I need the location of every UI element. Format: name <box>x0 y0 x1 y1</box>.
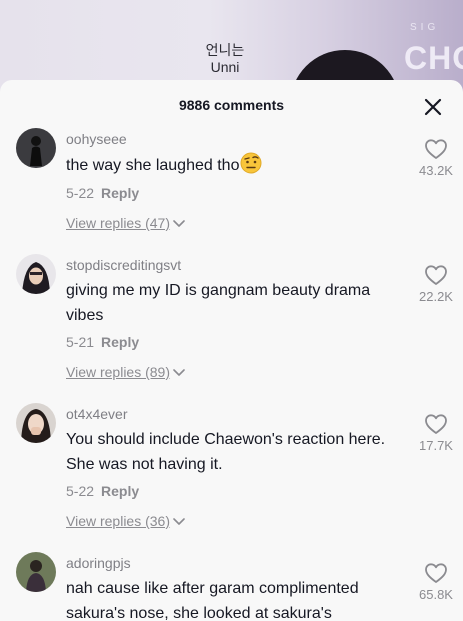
comment-text: nah cause like after garam complimented … <box>66 580 359 621</box>
subtitle-korean: 언니는 <box>205 42 245 58</box>
comment-date: 5-22 <box>66 483 95 499</box>
view-replies-label: View replies (47) <box>66 215 171 231</box>
comments-header: 9886 comments <box>0 80 463 128</box>
avatar-image <box>16 128 56 168</box>
heart-outline-icon <box>425 139 447 159</box>
comment-meta: 5-22 Reply <box>66 483 139 499</box>
avatar[interactable] <box>16 128 56 168</box>
close-button[interactable] <box>422 96 444 118</box>
chevron-down-icon <box>173 518 185 526</box>
like-button[interactable]: 17.7K <box>408 413 463 453</box>
close-icon <box>424 98 442 116</box>
comment-text-body: the way she laughed tho <box>66 157 240 174</box>
view-replies-label: View replies (89) <box>66 364 171 380</box>
like-count: 17.7K <box>419 438 453 453</box>
like-button[interactable]: 22.2K <box>408 264 463 304</box>
like-count: 65.8K <box>419 587 453 602</box>
avatar[interactable] <box>16 552 56 592</box>
reply-button[interactable]: Reply <box>101 334 139 350</box>
comment-text: You should include Chaewon's reaction he… <box>66 431 386 473</box>
comment-date: 5-21 <box>66 334 95 350</box>
comment-text: giving me my ID is gangnam beauty drama … <box>66 282 371 324</box>
comment-meta: 5-21 Reply <box>66 334 139 350</box>
like-count: 22.2K <box>419 289 453 304</box>
heart-outline-icon <box>425 414 447 434</box>
view-replies-button[interactable]: View replies (89) <box>66 364 185 380</box>
heart-outline-icon <box>425 265 447 285</box>
reply-button[interactable]: Reply <box>101 483 139 499</box>
chevron-down-icon <box>173 369 185 377</box>
view-replies-label: View replies (36) <box>66 513 171 529</box>
view-replies-button[interactable]: View replies (36) <box>66 513 185 529</box>
comment-date: 5-22 <box>66 185 95 201</box>
comments-sheet: 9886 comments oohyseee the way she laugh… <box>0 80 463 621</box>
comment-username[interactable]: stopdiscreditingsvt <box>66 257 181 273</box>
subtitle-english: Unni <box>210 59 240 75</box>
video-logo: CHO <box>404 40 463 76</box>
like-button[interactable]: 65.8K <box>408 562 463 602</box>
heart-outline-icon <box>425 563 447 583</box>
raised-eyebrow-emoji-icon <box>240 152 262 182</box>
avatar-image <box>16 254 56 294</box>
comment-text: the way she laughed tho <box>66 152 404 182</box>
view-replies-button[interactable]: View replies (47) <box>66 215 185 231</box>
comment-username[interactable]: adoringpjs <box>66 555 131 571</box>
like-count: 43.2K <box>419 163 453 178</box>
comment-meta: 5-22 Reply <box>66 185 139 201</box>
video-logo-small: SIG <box>410 22 440 33</box>
comment-username[interactable]: ot4x4ever <box>66 406 127 422</box>
comment-count: 9886 comments <box>178 97 285 113</box>
chevron-down-icon <box>173 220 185 228</box>
avatar-image <box>16 552 56 592</box>
avatar-image <box>16 403 56 443</box>
reply-button[interactable]: Reply <box>101 185 139 201</box>
video-subtitle: 언니는 Unni <box>200 42 250 76</box>
avatar[interactable] <box>16 254 56 294</box>
like-button[interactable]: 43.2K <box>408 138 463 178</box>
comment-username[interactable]: oohyseee <box>66 131 127 147</box>
avatar[interactable] <box>16 403 56 443</box>
